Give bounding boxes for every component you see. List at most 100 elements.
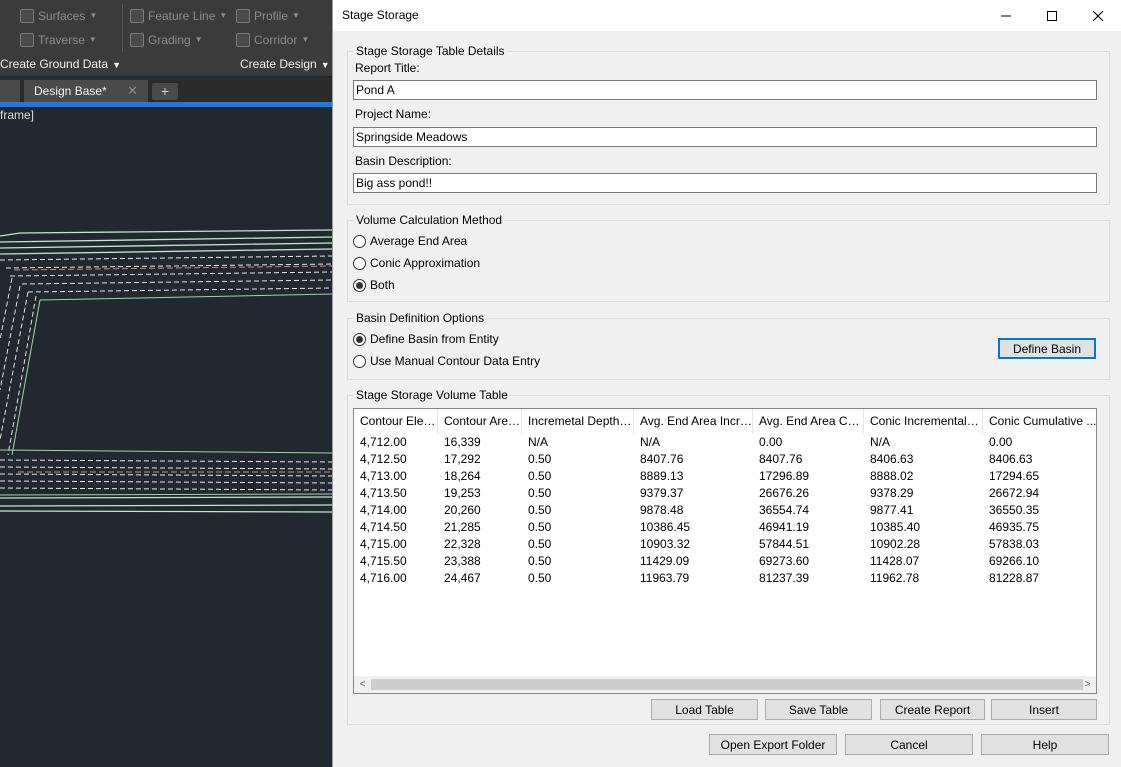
table-row[interactable]: 4,712.50 17,292 0.50 8407.76 8407.76 8406.63 8… <box>354 451 1096 468</box>
table-cell: 46935.75 <box>989 520 1040 534</box>
contour-line <box>0 510 332 513</box>
scroll-left-icon[interactable]: < <box>354 676 371 693</box>
basin-description-input[interactable] <box>353 173 1097 193</box>
radio-indicator <box>353 332 366 346</box>
chevron-down-icon: ▼ <box>89 11 98 20</box>
doc-tab-design-base[interactable]: Design Base* ✕ <box>24 80 148 102</box>
column-header[interactable]: Contour Elev... <box>354 409 438 434</box>
traverse-icon <box>20 33 34 47</box>
table-row[interactable]: 4,715.00 22,328 0.50 10903.32 57844.51 10902.… <box>354 536 1096 553</box>
column-header[interactable]: Avg. End Area Cu... <box>753 409 864 434</box>
table-row[interactable]: 4,716.00 24,467 0.50 11963.79 81237.39 11962.… <box>354 570 1096 587</box>
minimize-button[interactable] <box>983 0 1029 31</box>
column-header[interactable]: Avg. End Area Incre... <box>634 409 753 434</box>
drawing-canvas[interactable] <box>0 110 332 767</box>
ribbon-corridor-button[interactable]: Corridor ▼ <box>236 30 309 50</box>
save-table-button[interactable]: Save Table <box>765 699 872 720</box>
chevron-down-icon: ▼ <box>194 35 203 44</box>
table-cell: 0.00 <box>989 435 1013 449</box>
column-header[interactable]: Conic Cumulative ... <box>983 409 1096 434</box>
ribbon-profile-button[interactable]: Profile ▼ <box>236 6 300 26</box>
chevron-down-icon: ▼ <box>320 60 330 70</box>
table-cell: 22,328 <box>444 537 481 551</box>
contour-line <box>0 487 332 491</box>
ribbon-feature-line-button[interactable]: Feature Line ▼ <box>130 6 227 26</box>
radio-manual-contour-entry[interactable]: Use Manual Contour Data Entry <box>353 354 540 368</box>
table-cell: 0.50 <box>528 486 552 500</box>
table-row[interactable]: 4,713.50 19,253 0.50 9379.37 26676.26 9378.29… <box>354 485 1096 502</box>
table-cell: 8406.63 <box>989 452 1033 466</box>
close-icon <box>1092 10 1104 21</box>
corridor-icon <box>236 33 250 47</box>
column-header[interactable]: Contour Area... <box>438 409 522 434</box>
insert-button[interactable]: Insert <box>991 699 1097 720</box>
table-cell: 0.50 <box>528 554 552 568</box>
table-row[interactable]: 4,712.00 16,339 N/A N/A 0.00 N/A 0.00 <box>354 434 1096 451</box>
table-cell: 36554.74 <box>759 503 810 517</box>
table-row[interactable]: 4,714.00 20,260 0.50 9878.48 36554.74 9877.41… <box>354 502 1096 519</box>
cad-application-window: Surfaces ▼ Traverse ▼ Feature Line ▼ Gradin… <box>0 0 332 767</box>
project-name-input[interactable] <box>353 127 1097 147</box>
tab-accent-bar <box>0 102 332 107</box>
scrollbar-thumb[interactable] <box>371 679 1083 690</box>
help-button[interactable]: Help <box>981 734 1109 755</box>
cancel-button[interactable]: Cancel <box>845 734 973 755</box>
table-cell: 26672.94 <box>989 486 1040 500</box>
radio-define-basin-from-entity[interactable]: Define Basin from Entity <box>353 332 499 346</box>
table-cell: 69266.10 <box>989 554 1040 568</box>
contour-line <box>0 480 332 484</box>
contour-line <box>21 279 332 285</box>
report-title-input[interactable] <box>353 80 1097 100</box>
group-legend: Stage Storage Table Details <box>354 44 507 58</box>
maximize-button[interactable] <box>1029 0 1075 31</box>
group-legend: Basin Definition Options <box>354 311 487 325</box>
ribbon-panel-create-ground-data[interactable]: Create Ground Data ▼ <box>0 54 121 74</box>
chevron-down-icon: ▼ <box>88 35 97 44</box>
ribbon-panel-create-design[interactable]: Create Design ▼ <box>240 54 330 74</box>
contour-line <box>0 285 21 391</box>
table-row[interactable]: 4,713.00 18,264 0.50 8889.13 17296.89 8888.02… <box>354 468 1096 485</box>
chevron-down-icon: ▼ <box>301 35 310 44</box>
ribbon-grading-button[interactable]: Grading ▼ <box>130 30 203 50</box>
define-basin-button[interactable]: Define Basin <box>998 338 1096 359</box>
column-header[interactable]: Incremetal Depth (ft) <box>522 409 634 434</box>
scroll-right-icon[interactable]: > <box>1079 676 1096 693</box>
table-cell: 4,714.50 <box>360 520 407 534</box>
contour-line <box>11 299 41 456</box>
load-table-button[interactable]: Load Table <box>651 699 758 720</box>
ribbon-surfaces-button[interactable]: Surfaces ▼ <box>20 6 97 26</box>
horizontal-scrollbar[interactable]: < > <box>354 676 1096 693</box>
create-report-button[interactable]: Create Report <box>880 699 985 720</box>
doc-tab-previous[interactable] <box>0 80 20 102</box>
table-row[interactable]: 4,715.50 23,388 0.50 11429.09 69273.60 11428.… <box>354 553 1096 570</box>
dialog-titlebar[interactable]: Stage Storage <box>333 0 1121 31</box>
table-cell: 0.50 <box>528 452 552 466</box>
ribbon-separator <box>122 4 123 52</box>
radio-indicator <box>353 234 366 248</box>
close-icon[interactable]: ✕ <box>127 80 138 102</box>
table-cell: 19,253 <box>444 486 481 500</box>
volume-table[interactable]: Contour Elev... Contour Area... Incremetal… <box>353 408 1097 694</box>
close-button[interactable] <box>1075 0 1121 31</box>
table-cell: 17294.65 <box>989 469 1040 483</box>
contour-line <box>13 265 332 271</box>
column-header[interactable]: Conic Incremental V... <box>864 409 983 434</box>
open-export-folder-button[interactable]: Open Export Folder <box>709 734 837 755</box>
table-cell: N/A <box>870 435 891 449</box>
table-cell: 0.00 <box>759 435 783 449</box>
ribbon-traverse-button[interactable]: Traverse ▼ <box>20 30 97 50</box>
table-cell: 0.50 <box>528 520 552 534</box>
contour-line <box>0 473 332 477</box>
table-cell: 16,339 <box>444 435 481 449</box>
contour-line <box>0 496 332 499</box>
surfaces-icon <box>20 9 34 23</box>
table-cell: 8407.76 <box>640 452 684 466</box>
table-cell: 8889.13 <box>640 469 684 483</box>
radio-conic-approximation[interactable]: Conic Approximation <box>353 256 480 270</box>
radio-both[interactable]: Both <box>353 278 395 292</box>
new-tab-button[interactable]: + <box>152 83 178 100</box>
group-legend: Volume Calculation Method <box>354 213 505 227</box>
radio-average-end-area[interactable]: Average End Area <box>353 234 467 248</box>
contour-line <box>39 293 332 301</box>
table-row[interactable]: 4,714.50 21,285 0.50 10386.45 46941.19 10385.… <box>354 519 1096 536</box>
